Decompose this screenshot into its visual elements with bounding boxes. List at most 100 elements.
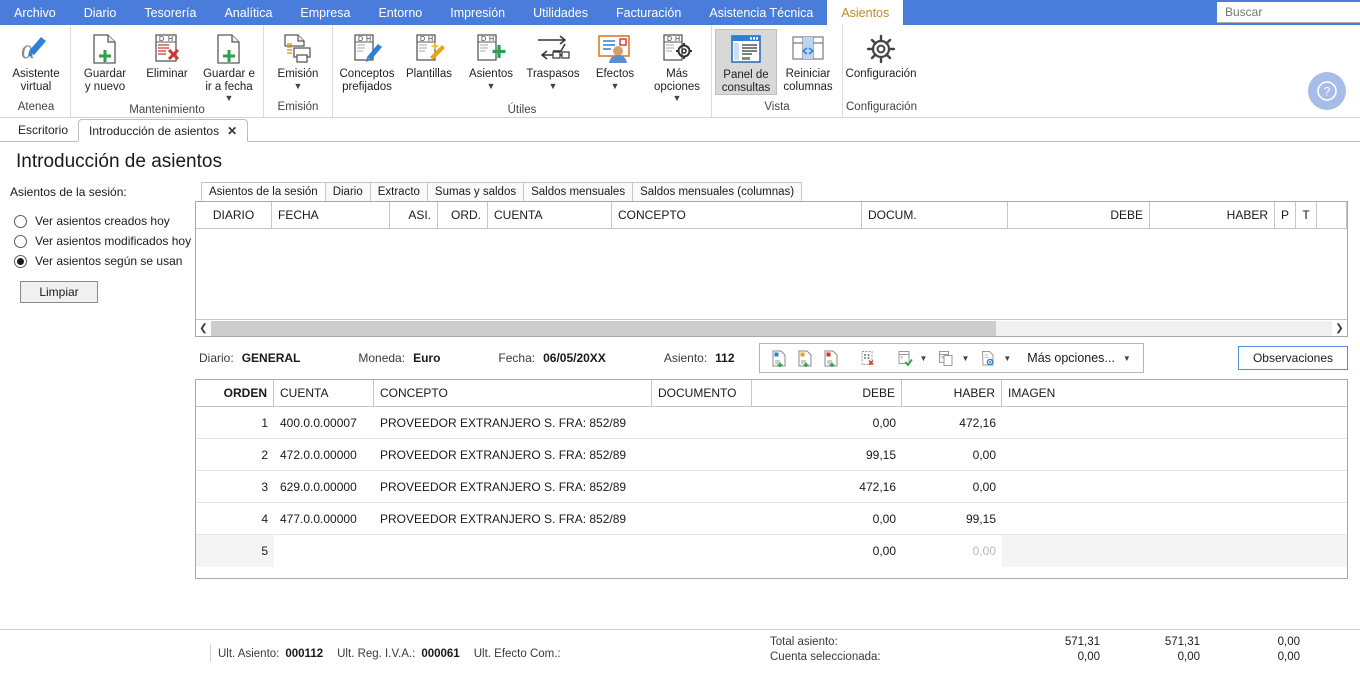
menu-item-impresi-n[interactable]: Impresión: [436, 0, 519, 25]
help-circle-icon[interactable]: ?: [1308, 72, 1346, 110]
entry-column-header[interactable]: CUENTA: [274, 380, 374, 406]
session-filter-option-1[interactable]: Ver asientos modificados hoy: [8, 231, 193, 251]
table-row[interactable]: 2 472.0.0.00000 PROVEEDOR EXTRANJERO S. FR…: [196, 439, 1347, 471]
query-column-header[interactable]: [1317, 202, 1347, 228]
chevron-down-icon[interactable]: ▼: [487, 81, 496, 91]
cell-debe-container[interactable]: 99,15: [752, 439, 902, 470]
new-line-blue-icon[interactable]: [768, 347, 790, 369]
menu-item-archivo[interactable]: Archivo: [0, 0, 70, 25]
cell-haber-container[interactable]: 0,00: [902, 535, 1002, 567]
ribbon-button-asistente[interactable]: α Asistente virtual: [5, 29, 67, 93]
scrollbar-track[interactable]: [211, 320, 1332, 336]
menu-item-asistencia-t-cnica[interactable]: Asistencia Técnica: [695, 0, 827, 25]
ribbon-button-asientos[interactable]: D H Asientos ▼: [460, 29, 522, 91]
entry-column-header[interactable]: ORDEN: [196, 380, 274, 406]
cell-concepto-container[interactable]: PROVEEDOR EXTRANJERO S. FRA: 852/89: [374, 503, 652, 534]
new-line-red-icon[interactable]: [820, 347, 842, 369]
scroll-right-icon[interactable]: ❯: [1332, 321, 1347, 336]
cell-debe-container[interactable]: 0,00: [752, 407, 902, 438]
ribbon-button-guardar-e[interactable]: Guardar e ir a fecha ▼: [198, 29, 260, 103]
cell-cuenta-container[interactable]: 629.0.0.00000: [274, 471, 374, 502]
cell-haber-container[interactable]: 99,15: [902, 503, 1002, 534]
query-column-header[interactable]: P: [1275, 202, 1296, 228]
document-tab-introducci-n-de-asientos[interactable]: Introducción de asientos ✕: [78, 119, 249, 142]
cell-haber-container[interactable]: 0,00: [902, 471, 1002, 502]
cell-documento-container[interactable]: [652, 471, 752, 502]
cell-imagen-container[interactable]: [1002, 535, 1347, 567]
cell-documento-container[interactable]: [652, 535, 752, 567]
close-icon[interactable]: ✕: [227, 124, 237, 138]
cell-cuenta-container[interactable]: 472.0.0.00000: [274, 439, 374, 470]
ribbon-button-efectos[interactable]: Efectos ▼: [584, 29, 646, 91]
cell-imagen-container[interactable]: [1002, 503, 1347, 534]
entry-field-value[interactable]: 112: [715, 351, 734, 365]
chevron-down-icon[interactable]: ▼: [225, 94, 234, 103]
query-tab-diario[interactable]: Diario: [324, 182, 371, 201]
more-options-button[interactable]: Más opciones...: [1019, 351, 1119, 365]
ribbon-button-guardar[interactable]: Guardar y nuevo: [74, 29, 136, 93]
ribbon-button-traspasos[interactable]: Traspasos ▼: [522, 29, 584, 91]
entry-column-header[interactable]: DOCUMENTO: [652, 380, 752, 406]
ribbon-button-conceptos[interactable]: D H Conceptos prefijados: [336, 29, 398, 93]
entry-column-header[interactable]: IMAGEN: [1002, 380, 1347, 406]
query-grid-body[interactable]: [196, 229, 1347, 319]
search-box[interactable]: [1217, 2, 1360, 23]
table-row[interactable]: 3 629.0.0.00000 PROVEEDOR EXTRANJERO S. FR…: [196, 471, 1347, 503]
entry-column-header[interactable]: HABER: [902, 380, 1002, 406]
cell-concepto-container[interactable]: [374, 535, 652, 567]
copy-caret-icon[interactable]: ▼: [961, 354, 969, 363]
query-tab-saldos-mensuales[interactable]: Saldos mensuales: [523, 182, 634, 201]
entry-grid-body[interactable]: 1 400.0.0.00007 PROVEEDOR EXTRANJERO S. FR…: [196, 407, 1347, 567]
copy-lines-icon[interactable]: [935, 347, 957, 369]
new-line-orange-icon[interactable]: [794, 347, 816, 369]
cell-debe-container[interactable]: 0,00: [752, 503, 902, 534]
query-tab-asientos-de-la-sesi-n[interactable]: Asientos de la sesión: [201, 182, 326, 201]
cell-orden-container[interactable]: 2: [196, 439, 274, 470]
menu-item-facturaci-n[interactable]: Facturación: [602, 0, 695, 25]
table-row[interactable]: 1 400.0.0.00007 PROVEEDOR EXTRANJERO S. FR…: [196, 407, 1347, 439]
preview-line-icon[interactable]: [977, 347, 999, 369]
cell-orden-container[interactable]: 4: [196, 503, 274, 534]
query-column-header[interactable]: ORD.: [438, 202, 488, 228]
ribbon-button-plantillas[interactable]: D H Plantillas: [398, 29, 460, 81]
entry-field-value[interactable]: Euro: [413, 351, 440, 365]
session-filter-option-0[interactable]: Ver asientos creados hoy: [8, 211, 193, 231]
cell-orden-container[interactable]: 3: [196, 471, 274, 502]
menu-item-tesorer-a[interactable]: Tesorería: [130, 0, 210, 25]
validate-lines-icon[interactable]: [894, 347, 916, 369]
entry-field-value[interactable]: GENERAL: [242, 351, 301, 365]
chevron-down-icon[interactable]: ▼: [673, 94, 682, 103]
cell-imagen-container[interactable]: [1002, 407, 1347, 438]
cell-haber-container[interactable]: 0,00: [902, 439, 1002, 470]
cell-concepto-container[interactable]: PROVEEDOR EXTRANJERO S. FRA: 852/89: [374, 471, 652, 502]
chevron-down-icon[interactable]: ▼: [611, 81, 620, 91]
menu-item-utilidades[interactable]: Utilidades: [519, 0, 602, 25]
cell-debe-container[interactable]: 472,16: [752, 471, 902, 502]
cell-documento-container[interactable]: [652, 503, 752, 534]
ribbon-button-configuraci-n[interactable]: Configuración: [846, 29, 916, 81]
radio-button-icon[interactable]: [14, 254, 27, 268]
cell-documento-container[interactable]: [652, 407, 752, 438]
entry-column-header[interactable]: CONCEPTO: [374, 380, 652, 406]
cell-orden-container[interactable]: 1: [196, 407, 274, 438]
query-column-header[interactable]: CUENTA: [488, 202, 612, 228]
query-column-header[interactable]: HABER: [1150, 202, 1275, 228]
query-tab-sumas-y-saldos[interactable]: Sumas y saldos: [426, 182, 525, 201]
menu-item-diario[interactable]: Diario: [70, 0, 131, 25]
more-options-caret-icon[interactable]: ▼: [1123, 354, 1131, 363]
query-column-header[interactable]: ASI.: [390, 202, 438, 228]
cell-orden-container[interactable]: 5: [196, 535, 274, 567]
cell-cuenta-container[interactable]: 400.0.0.00007: [274, 407, 374, 438]
menu-item-asientos[interactable]: Asientos: [827, 0, 904, 25]
clear-button[interactable]: Limpiar: [20, 281, 98, 303]
query-column-header[interactable]: DIARIO: [196, 202, 272, 228]
chevron-down-icon[interactable]: ▼: [294, 81, 303, 91]
table-row[interactable]: 4 477.0.0.00000 PROVEEDOR EXTRANJERO S. FR…: [196, 503, 1347, 535]
ribbon-button-emisi-n[interactable]: Emisión ▼: [267, 29, 329, 91]
query-tab-extracto[interactable]: Extracto: [369, 182, 428, 201]
query-column-header[interactable]: CONCEPTO: [612, 202, 862, 228]
ribbon-button-reiniciar[interactable]: Reiniciar columnas: [777, 29, 839, 93]
cell-haber-container[interactable]: 472,16: [902, 407, 1002, 438]
cell-documento-container[interactable]: [652, 439, 752, 470]
cell-imagen-container[interactable]: [1002, 439, 1347, 470]
